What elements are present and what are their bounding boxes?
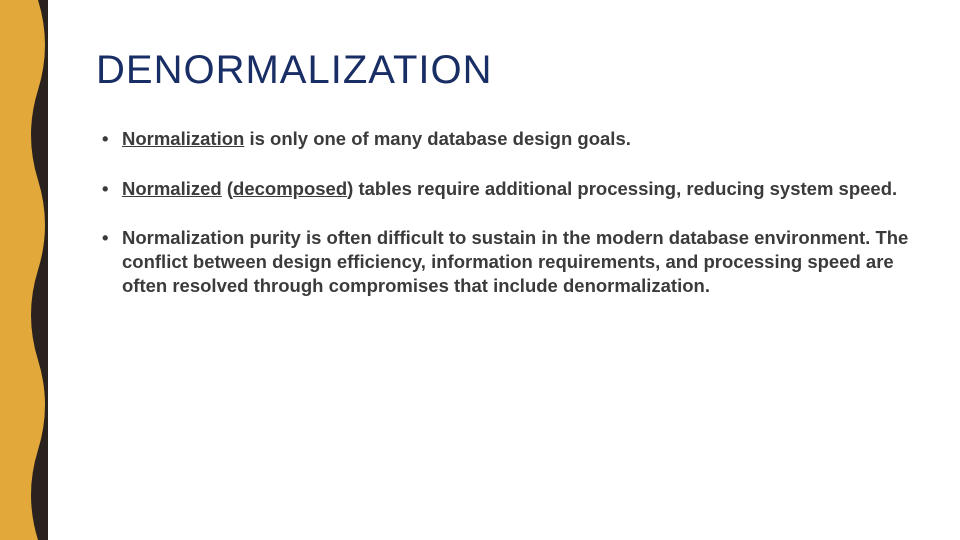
content-area: DENORMALIZATION Normalization is only on… — [96, 48, 910, 323]
bullet-underlined: Normalization — [122, 128, 244, 149]
bullet-text: is only one of many database design goal… — [244, 128, 631, 149]
bullet-text: Normalization purity is often difficult … — [122, 227, 908, 295]
bullet-text: ( — [222, 178, 233, 199]
bullet-item: Normalization purity is often difficult … — [96, 226, 910, 297]
left-band-gold — [0, 0, 48, 540]
bullet-underlined: Normalized — [122, 178, 222, 199]
bullet-item: Normalization is only one of many databa… — [96, 127, 910, 151]
slide-title: DENORMALIZATION — [96, 48, 910, 93]
slide: DENORMALIZATION Normalization is only on… — [0, 0, 960, 540]
bullet-text: ) tables require additional processing, … — [347, 178, 897, 199]
bullet-item: Normalized (decomposed) tables require a… — [96, 177, 910, 201]
bullet-list: Normalization is only one of many databa… — [96, 127, 910, 297]
bullet-underlined: decomposed — [233, 178, 347, 199]
